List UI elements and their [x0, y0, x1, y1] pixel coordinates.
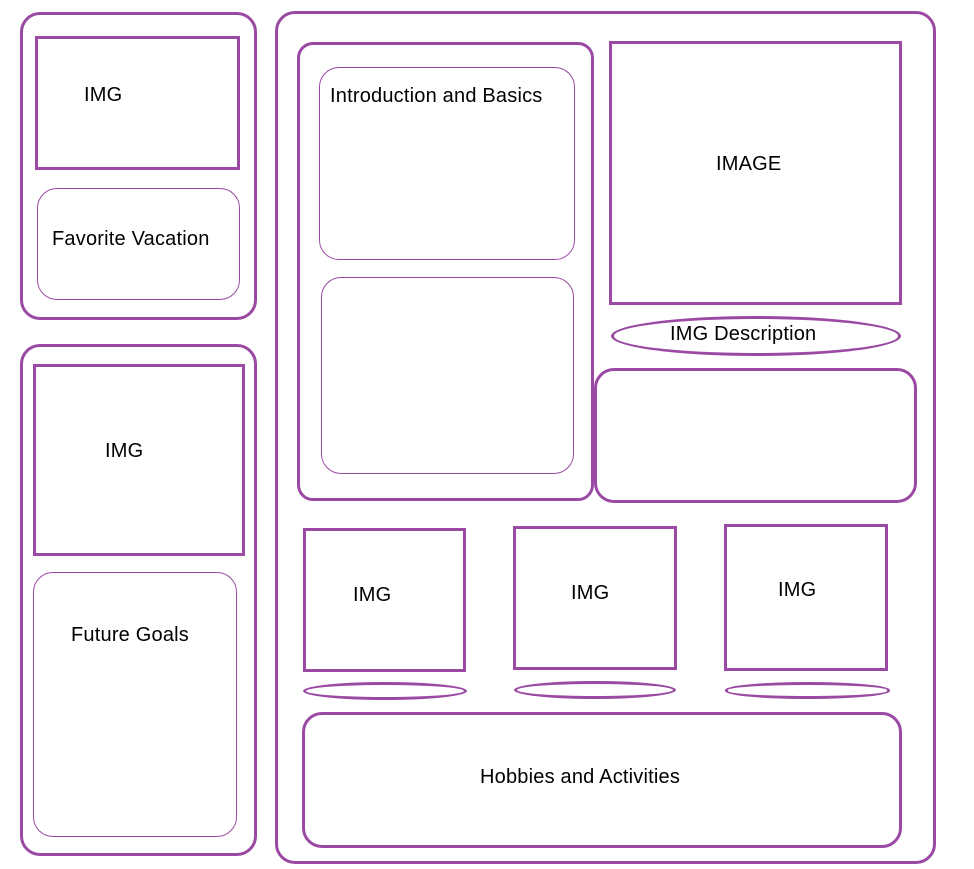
intro-secondary-box: [321, 277, 574, 474]
left-top-image-label: IMG: [84, 84, 123, 106]
gallery-image-1-label: IMG: [353, 584, 392, 606]
left-top-image-placeholder: [35, 36, 240, 170]
gallery-image-2-label: IMG: [571, 582, 610, 604]
gallery-image-3-label: IMG: [778, 579, 817, 601]
img-description-label: IMG Description: [670, 323, 817, 345]
intro-label: Introduction and Basics: [330, 85, 543, 107]
left-bottom-image-label: IMG: [105, 440, 144, 462]
hobbies-label: Hobbies and Activities: [480, 766, 681, 788]
future-goals-box: [33, 572, 237, 837]
future-goals-label: Future Goals: [71, 624, 190, 646]
gallery-caption-1: [303, 682, 467, 700]
gallery-caption-2: [514, 681, 676, 699]
gallery-caption-3: [725, 682, 890, 699]
main-image-label: IMAGE: [716, 153, 782, 175]
favorite-vacation-label: Favorite Vacation: [52, 228, 210, 250]
image-caption-box: [594, 368, 917, 503]
